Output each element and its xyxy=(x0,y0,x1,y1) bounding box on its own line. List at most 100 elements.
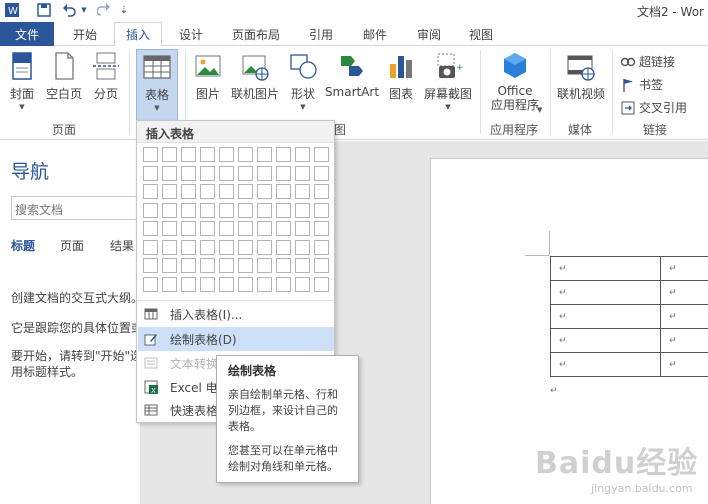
table-cell[interactable]: ↵ xyxy=(550,256,661,281)
table-grid-cell[interactable] xyxy=(143,258,158,273)
table-grid-cell[interactable] xyxy=(162,147,177,162)
table-grid-cell[interactable] xyxy=(238,239,253,255)
search-input[interactable]: 搜索文档 xyxy=(11,196,146,220)
table-grid-cell[interactable] xyxy=(295,221,310,236)
table-grid-cell[interactable] xyxy=(143,202,158,218)
table-grid-cell[interactable] xyxy=(181,202,196,218)
nav-tab-headings[interactable]: 标题 xyxy=(11,237,35,254)
online-picture-button[interactable]: 联机图片 xyxy=(230,50,280,102)
table-grid-cell[interactable] xyxy=(295,276,310,292)
table-grid-cell[interactable] xyxy=(276,221,291,236)
table-grid-cell[interactable] xyxy=(314,202,329,218)
table-grid-cell[interactable] xyxy=(200,147,215,162)
table-grid-cell[interactable] xyxy=(295,239,310,255)
table-grid-cell[interactable] xyxy=(257,202,272,218)
table-grid-cell[interactable] xyxy=(314,239,329,255)
redo-icon[interactable] xyxy=(96,2,112,18)
tab-design[interactable]: 设计 xyxy=(168,22,214,46)
table-grid-cell[interactable] xyxy=(143,184,158,199)
insert-table-menu-item[interactable]: 插入表格(I)... xyxy=(138,302,334,326)
blank-page-button[interactable]: 空白页 xyxy=(44,50,84,102)
tab-file[interactable]: 文件 xyxy=(0,22,54,46)
table-cell[interactable]: ↵ xyxy=(659,280,708,305)
table-grid-cell[interactable] xyxy=(200,258,215,273)
tab-review[interactable]: 审阅 xyxy=(406,22,452,46)
table-grid-cell[interactable] xyxy=(143,147,158,162)
table-cell[interactable]: ↵ xyxy=(659,256,708,281)
tab-references[interactable]: 引用 xyxy=(298,22,344,46)
table-grid-cell[interactable] xyxy=(200,221,215,236)
tab-view[interactable]: 视图 xyxy=(458,22,504,46)
table-grid-cell[interactable] xyxy=(200,276,215,292)
table-grid-cell[interactable] xyxy=(276,147,291,162)
nav-tab-results[interactable]: 结果 xyxy=(110,237,134,254)
table-grid-cell[interactable] xyxy=(257,276,272,292)
bookmark-button[interactable]: 书签 xyxy=(620,76,663,93)
hyperlink-button[interactable]: 超链接 xyxy=(620,53,675,70)
table-grid-cell[interactable] xyxy=(276,258,291,273)
smartart-button[interactable]: SmartArt xyxy=(325,50,379,99)
table-grid-cell[interactable] xyxy=(238,147,253,162)
table-grid-cell[interactable] xyxy=(314,165,329,181)
table-grid-cell[interactable] xyxy=(314,184,329,199)
table-grid-cell[interactable] xyxy=(276,276,291,292)
table-grid-cell[interactable] xyxy=(276,202,291,218)
table-grid-cell[interactable] xyxy=(219,239,234,255)
table-cell[interactable]: ↵ xyxy=(659,352,708,377)
table-grid-cell[interactable] xyxy=(200,184,215,199)
document-table[interactable]: ↵ ↵ ↵ ↵ ↵ ↵ ↵ ↵ ↵ ↵ xyxy=(550,256,708,377)
table-cell[interactable]: ↵ xyxy=(550,328,661,353)
tab-page-layout[interactable]: 页面布局 xyxy=(224,22,288,46)
table-grid-cell[interactable] xyxy=(219,258,234,273)
table-grid-cell[interactable] xyxy=(162,258,177,273)
table-grid-cell[interactable] xyxy=(219,147,234,162)
picture-button[interactable]: 图片 xyxy=(192,50,224,102)
table-grid-cell[interactable] xyxy=(181,258,196,273)
tab-mailings[interactable]: 邮件 xyxy=(352,22,398,46)
table-size-grid[interactable] xyxy=(143,147,330,297)
table-grid-cell[interactable] xyxy=(200,165,215,181)
table-grid-cell[interactable] xyxy=(295,184,310,199)
table-cell[interactable]: ↵ xyxy=(550,304,661,329)
table-grid-cell[interactable] xyxy=(219,184,234,199)
table-grid-cell[interactable] xyxy=(314,276,329,292)
save-icon[interactable] xyxy=(36,2,52,18)
table-grid-cell[interactable] xyxy=(162,165,177,181)
table-grid-cell[interactable] xyxy=(219,165,234,181)
table-grid-cell[interactable] xyxy=(143,165,158,181)
table-cell[interactable]: ↵ xyxy=(550,352,661,377)
table-grid-cell[interactable] xyxy=(314,147,329,162)
tab-insert[interactable]: 插入 xyxy=(114,22,162,47)
table-grid-cell[interactable] xyxy=(257,239,272,255)
table-grid-cell[interactable] xyxy=(238,165,253,181)
tab-home[interactable]: 开始 xyxy=(62,22,108,46)
shapes-button[interactable]: 形状 ▼ xyxy=(286,50,320,111)
table-grid-cell[interactable] xyxy=(238,258,253,273)
screenshot-button[interactable]: + 屏幕截图 ▼ xyxy=(422,50,474,111)
table-grid-cell[interactable] xyxy=(219,202,234,218)
table-grid-cell[interactable] xyxy=(257,221,272,236)
table-grid-cell[interactable] xyxy=(257,147,272,162)
table-grid-cell[interactable] xyxy=(295,258,310,273)
undo-icon[interactable] xyxy=(62,2,78,18)
table-grid-cell[interactable] xyxy=(162,221,177,236)
table-grid-cell[interactable] xyxy=(181,239,196,255)
chart-button[interactable]: 图表 xyxy=(386,50,416,102)
table-grid-cell[interactable] xyxy=(295,147,310,162)
table-grid-cell[interactable] xyxy=(276,165,291,181)
table-grid-cell[interactable] xyxy=(181,165,196,181)
table-grid-cell[interactable] xyxy=(143,221,158,236)
table-grid-cell[interactable] xyxy=(238,202,253,218)
table-grid-cell[interactable] xyxy=(295,165,310,181)
table-grid-cell[interactable] xyxy=(200,239,215,255)
table-cell[interactable]: ↵ xyxy=(550,280,661,305)
customize-toolbar-icon[interactable]: ⇣ xyxy=(116,2,132,18)
table-grid-cell[interactable] xyxy=(181,184,196,199)
table-grid-cell[interactable] xyxy=(219,276,234,292)
table-grid-cell[interactable] xyxy=(238,184,253,199)
table-grid-cell[interactable] xyxy=(143,276,158,292)
table-button[interactable]: 表格 ▼ xyxy=(136,49,178,121)
office-apps-button[interactable]: Office 应用程序 xyxy=(484,50,546,112)
table-grid-cell[interactable] xyxy=(219,221,234,236)
table-grid-cell[interactable] xyxy=(238,276,253,292)
